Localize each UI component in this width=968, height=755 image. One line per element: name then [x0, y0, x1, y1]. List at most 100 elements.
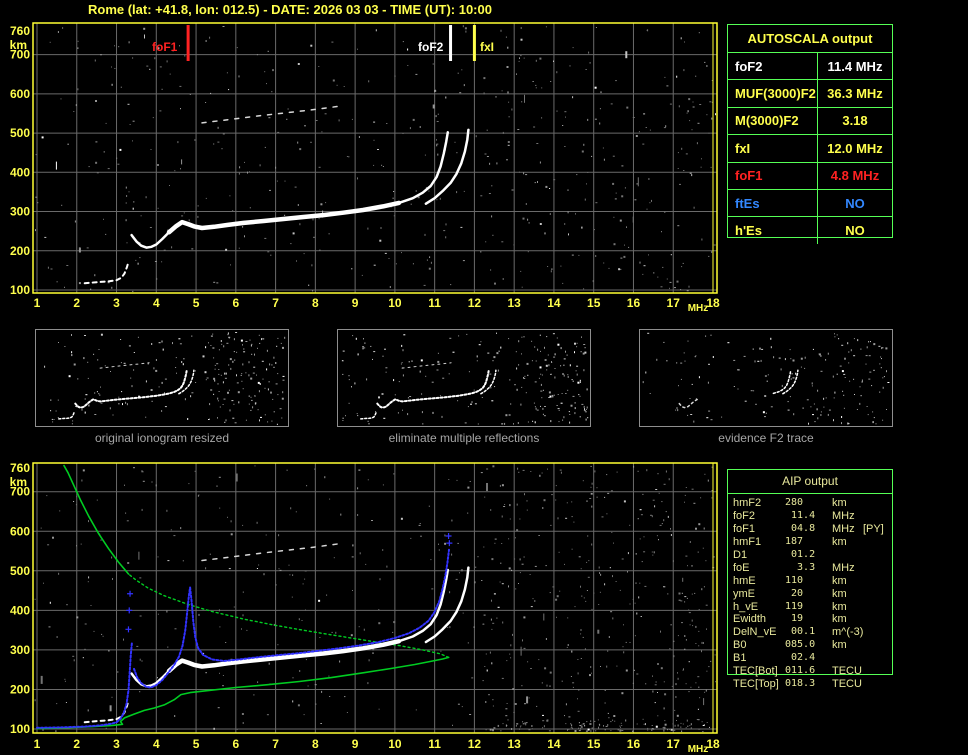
svg-text:100: 100 [10, 283, 30, 297]
svg-text:2: 2 [73, 296, 80, 310]
autoscala-row-fxI: fxI 12.0 MHz [728, 134, 892, 162]
aip-row-hmE: hmE 110 km [728, 575, 892, 588]
aip-unit: km [832, 574, 847, 587]
top-ionogram-plot: foF1 foF2 fxI1 2 3 4 5 6 7 8 9 10 11 12 13 14 15 16 17 18MH… [10, 22, 720, 314]
svg-text:4: 4 [153, 737, 160, 751]
svg-text:500: 500 [10, 126, 30, 140]
aip-label: TEC[Top] [733, 678, 779, 691]
aip-unit: km [832, 600, 847, 613]
autoscala-param-value: NO [845, 195, 865, 211]
aip-value: 018.3 [785, 678, 816, 690]
aip-row-foF2: foF2 11.4 MHz [728, 510, 892, 523]
aip-unit: km [832, 535, 847, 548]
aip-unit: km [832, 613, 847, 626]
aip-value: 11.4 [785, 509, 816, 521]
thumbnail-eliminate-reflections [337, 329, 591, 427]
svg-text:15: 15 [587, 737, 601, 751]
autoscala-row-h'Es: h'Es NO [728, 216, 892, 244]
autoscala-param-value: NO [845, 223, 865, 239]
autoscala-row-MUF(3000)F2: MUF(3000)F2 36.3 MHz [728, 79, 892, 107]
aip-row-hmF2: hmF2 280 km [728, 497, 892, 510]
svg-text:14: 14 [547, 737, 561, 751]
svg-text:760: 760 [10, 461, 30, 475]
thumbnail-content [642, 332, 890, 425]
aip-value: 110 [785, 574, 804, 586]
svg-text:11: 11 [428, 737, 441, 751]
aip-unit: km [832, 497, 847, 509]
aip-value: 011.6 [785, 665, 816, 677]
axis-labels: 1 2 3 4 5 6 7 8 9 10 11 12 13 14 15 16 17 18MHz7607006005… [10, 24, 720, 314]
svg-text:13: 13 [507, 737, 521, 751]
marker-foF2: foF2 [418, 25, 453, 61]
aip-row-B1: B1 02.4 [728, 652, 892, 665]
aip-value: 04.8 [785, 522, 816, 534]
svg-text:MHz: MHz [688, 744, 709, 755]
svg-text:760: 760 [10, 24, 30, 38]
aip-label: DelN_vE [733, 626, 777, 639]
aip-value: 01.2 [785, 548, 816, 560]
svg-text:12: 12 [468, 296, 482, 310]
svg-text:10: 10 [388, 296, 402, 310]
svg-text:1: 1 [34, 296, 41, 310]
aip-label: hmF1 [733, 535, 762, 548]
bottom-profile-plot: 1 2 3 4 5 6 7 8 9 10 11 12 13 14 15 16 17 18MHz7607006005… [10, 461, 720, 755]
svg-text:4: 4 [153, 296, 160, 310]
thumbnail-caption-original: original ionogram resized [94, 431, 230, 445]
autoscala-row-foF2: foF2 11.4 MHz [728, 52, 892, 80]
autoscala-row-ftEs: ftEs NO [728, 188, 892, 217]
svg-text:14: 14 [547, 296, 561, 310]
marker-fxI: fxI [472, 25, 494, 61]
aip-row-D1: D1 01.2 [728, 549, 892, 562]
autoscala-param-label: fxI [728, 135, 818, 162]
aip-row-DelN_vE: DelN_vE 00.1 m^(-3) [728, 626, 892, 639]
svg-text:18: 18 [706, 737, 720, 751]
aip-unit: TECU [832, 678, 862, 691]
svg-text:3: 3 [113, 296, 120, 310]
svg-text:9: 9 [352, 737, 359, 751]
noise-speckles [35, 25, 716, 292]
marker-foF1: foF1 [152, 25, 190, 61]
svg-text:6: 6 [232, 296, 239, 310]
svg-text:8: 8 [312, 737, 319, 751]
aip-label: TEC[Bot] [733, 665, 778, 678]
svg-text:17: 17 [667, 737, 681, 751]
grid-lines [33, 463, 717, 733]
svg-text:fxI: fxI [480, 40, 494, 54]
svg-text:17: 17 [667, 296, 681, 310]
autoscala-row-foF1: foF1 4.8 MHz [728, 161, 892, 189]
aip-label: B0 [733, 639, 747, 652]
aip-unit: km [832, 639, 847, 652]
svg-text:7: 7 [272, 296, 279, 310]
aip-row-TEC[Bot]: TEC[Bot] 011.6 TECU [728, 665, 892, 678]
trace-layer [83, 105, 470, 285]
svg-text:11: 11 [428, 296, 441, 310]
svg-text:foF1: foF1 [152, 40, 178, 54]
autoscala-output-table: AUTOSCALA output foF2 11.4 MHz MUF(3000)F2 3… [727, 24, 893, 244]
svg-text:18: 18 [706, 296, 720, 310]
aip-label: B1 [733, 652, 747, 665]
axis-labels: 1 2 3 4 5 6 7 8 9 10 11 12 13 14 15 16 17 18MHz7607006005… [10, 461, 720, 755]
aip-unit: MHz [832, 509, 855, 522]
svg-text:700: 700 [10, 485, 30, 499]
svg-text:2: 2 [73, 737, 80, 751]
svg-text:16: 16 [627, 737, 641, 751]
aip-row-Ewidth: Ewidth 19 km [728, 613, 892, 626]
aip-rows: hmF2 280 km foF2 11.4 MHz foF1 04.8 MHz [PY] hmF… [728, 494, 892, 691]
autoscala-param-label: foF2 [728, 53, 818, 80]
autoscala-param-value: 4.8 MHz [830, 168, 880, 184]
autoscala-param-value: 3.18 [842, 113, 868, 129]
autoscala-param-label: M(3000)F2 [728, 107, 818, 135]
svg-text:3: 3 [113, 737, 120, 751]
svg-text:16: 16 [627, 296, 641, 310]
aip-label: foF2 [733, 509, 756, 522]
thumbnail-eliminate-reflections-image [341, 332, 589, 425]
station-date-title: Rome (lat: +41.8, lon: 012.5) - DATE: 20… [88, 2, 492, 17]
svg-text:5: 5 [193, 296, 200, 310]
aip-value: 085.0 [785, 639, 816, 651]
svg-text:500: 500 [10, 564, 30, 578]
aip-label: foE [733, 561, 750, 574]
autoscala-param-label: h'Es [728, 217, 818, 244]
trace-layer [36, 464, 470, 730]
autoscala-row-M(3000)F2: M(3000)F2 3.18 [728, 106, 892, 135]
svg-text:600: 600 [10, 87, 30, 101]
